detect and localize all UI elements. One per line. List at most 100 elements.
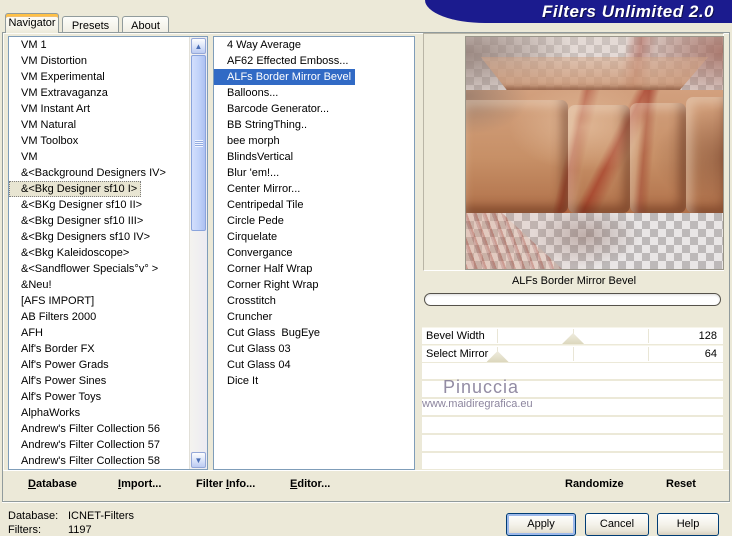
- category-item[interactable]: Alf's Border FX: [9, 341, 190, 357]
- selected-filter-name: ALFs Border Mirror Bevel: [511, 275, 637, 287]
- filter-item[interactable]: AF62 Effected Emboss...: [214, 53, 414, 69]
- preview-frame: [423, 33, 724, 271]
- preview-bevel-tile: [466, 100, 568, 213]
- tab-label: About: [131, 20, 160, 32]
- editor-button[interactable]: Editor...: [290, 478, 330, 490]
- tab-presets[interactable]: Presets: [62, 16, 119, 33]
- cancel-button[interactable]: Cancel: [585, 513, 649, 536]
- filter-item[interactable]: Cirquelate: [214, 229, 414, 245]
- database-button[interactable]: Database: [28, 478, 77, 490]
- tab-about[interactable]: About: [122, 16, 169, 33]
- category-item[interactable]: &<Bkg Designer sf10 I>: [9, 181, 142, 197]
- category-item[interactable]: [AFS IMPORT]: [9, 293, 190, 309]
- import-button[interactable]: Import...: [118, 478, 161, 490]
- preview-image[interactable]: [465, 36, 724, 270]
- scroll-down-icon[interactable]: ▼: [191, 452, 206, 468]
- main-panel: VM 1 VM Distortion VM Experimental VM Extra…: [2, 32, 730, 502]
- filters-count-label: Filters:: [8, 524, 41, 536]
- category-item[interactable]: &<BKg Designer sf10 II>: [9, 197, 190, 213]
- bottom-toolbar: Database Import... Filter Info... Editor…: [3, 470, 729, 500]
- category-item[interactable]: VM: [9, 149, 190, 165]
- category-item[interactable]: &<Bkg Designer sf10 III>: [9, 213, 190, 229]
- database-status-value: ICNET-Filters: [68, 510, 134, 522]
- filter-item[interactable]: Balloons...: [214, 85, 414, 101]
- filter-item[interactable]: Barcode Generator...: [214, 101, 414, 117]
- slider-value: 64: [704, 348, 717, 360]
- category-listbox: VM 1 VM Distortion VM Experimental VM Extra…: [8, 36, 208, 470]
- category-item[interactable]: Alf's Power Sines: [9, 373, 190, 389]
- filter-item[interactable]: Corner Right Wrap: [214, 277, 414, 293]
- category-item[interactable]: VM 1: [9, 37, 190, 53]
- category-item[interactable]: VM Distortion: [9, 53, 190, 69]
- filter-item[interactable]: 4 Way Average: [214, 37, 414, 53]
- category-scrollbar[interactable]: ▲ ▼: [189, 37, 207, 469]
- filter-item[interactable]: Convergance: [214, 245, 414, 261]
- filter-item[interactable]: Dice It: [214, 373, 414, 389]
- window-title: Filters Unlimited 2.0: [541, 2, 714, 21]
- category-item[interactable]: Andrew's Filter Collection 56: [9, 421, 190, 437]
- filter-item[interactable]: Cruncher: [214, 309, 414, 325]
- empty-parameter-row: [422, 435, 723, 451]
- category-item[interactable]: VM Instant Art: [9, 101, 190, 117]
- category-item[interactable]: &<Bkg Kaleidoscope>: [9, 245, 190, 261]
- filter-item[interactable]: BlindsVertical: [214, 149, 414, 165]
- category-item[interactable]: Andrew's Filter Collection 58: [9, 453, 190, 469]
- database-status-label: Database:: [8, 510, 59, 522]
- title-banner: Filters Unlimited 2.0: [425, 0, 732, 23]
- tab-label: Presets: [71, 20, 110, 32]
- filter-item[interactable]: Center Mirror...: [214, 181, 414, 197]
- filter-item[interactable]: Crosstitch: [214, 293, 414, 309]
- help-button[interactable]: Help: [657, 513, 719, 536]
- watermark-url: www.maidiregrafica.eu: [422, 398, 533, 410]
- slider-tick: [497, 329, 499, 343]
- preview-bevel-tile: [686, 97, 723, 213]
- apply-button[interactable]: Apply: [506, 513, 576, 536]
- category-item[interactable]: Andrew's Filter Collection 57: [9, 437, 190, 453]
- slider-label: Bevel Width: [426, 330, 485, 342]
- slider-select-mirror[interactable]: Select Mirror 64: [422, 345, 723, 362]
- category-item[interactable]: Alf's Power Grads: [9, 357, 190, 373]
- category-item[interactable]: &<Sandflower Specials°v° >: [9, 261, 190, 277]
- preview-bevel-tile: [630, 103, 686, 213]
- filter-item[interactable]: Blur 'em!...: [214, 165, 414, 181]
- slider-bevel-width[interactable]: Bevel Width 128: [422, 327, 723, 344]
- filter-item[interactable]: Cut Glass BugEye: [214, 325, 414, 341]
- slider-tick: [647, 347, 649, 361]
- category-item[interactable]: VM Toolbox: [9, 133, 190, 149]
- category-list: VM 1 VM Distortion VM Experimental VM Extra…: [9, 37, 190, 469]
- tab-navigator[interactable]: Navigator: [5, 13, 59, 33]
- empty-parameter-row: [422, 417, 723, 433]
- randomize-button[interactable]: Randomize: [565, 478, 624, 490]
- filter-item[interactable]: bee morph: [214, 133, 414, 149]
- filter-item[interactable]: Centripedal Tile: [214, 197, 414, 213]
- category-item[interactable]: AlphaWorks: [9, 405, 190, 421]
- filter-item[interactable]: BB StringThing..: [214, 117, 414, 133]
- slider-thumb-icon[interactable]: [562, 333, 585, 344]
- scroll-up-icon[interactable]: ▲: [191, 38, 206, 54]
- slider-tick: [572, 347, 574, 361]
- reset-button[interactable]: Reset: [666, 478, 696, 490]
- scrollbar-thumb[interactable]: [191, 55, 206, 231]
- filter-item[interactable]: Corner Half Wrap: [214, 261, 414, 277]
- scrollbar-grip-icon: [194, 139, 203, 147]
- filter-list: 4 Way Average AF62 Effected Emboss... ALFs…: [214, 37, 414, 389]
- category-item[interactable]: &Neu!: [9, 277, 190, 293]
- category-item[interactable]: VM Natural: [9, 117, 190, 133]
- slider-thumb-icon[interactable]: [486, 351, 509, 362]
- empty-parameter-row: [422, 453, 723, 469]
- category-item[interactable]: &<Bkg Designers sf10 IV>: [9, 229, 190, 245]
- filter-item[interactable]: Cut Glass 03: [214, 341, 414, 357]
- category-item[interactable]: VM Experimental: [9, 69, 190, 85]
- category-item[interactable]: VM Extravaganza: [9, 85, 190, 101]
- preview-bevel-trapezoid: [480, 57, 709, 90]
- filters-count-value: 1197: [68, 524, 92, 536]
- filter-item[interactable]: ALFs Border Mirror Bevel: [214, 69, 356, 85]
- category-item[interactable]: AFH: [9, 325, 190, 341]
- category-item[interactable]: &<Background Designers IV>: [9, 165, 190, 181]
- filter-info-button[interactable]: Filter Info...: [196, 478, 255, 490]
- filter-item[interactable]: Cut Glass 04: [214, 357, 414, 373]
- category-item[interactable]: AB Filters 2000: [9, 309, 190, 325]
- category-item[interactable]: Alf's Power Toys: [9, 389, 190, 405]
- filter-item[interactable]: Circle Pede: [214, 213, 414, 229]
- filter-listbox: 4 Way Average AF62 Effected Emboss... ALFs…: [213, 36, 415, 470]
